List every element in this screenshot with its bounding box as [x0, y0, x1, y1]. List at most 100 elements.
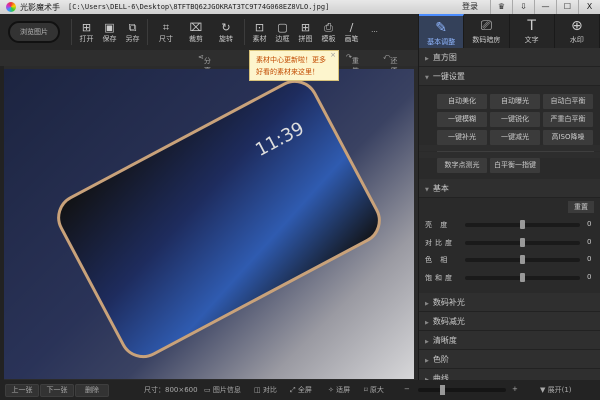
image-canvas[interactable]: 11:39 [4, 69, 414, 379]
section-clarity[interactable]: ▶ 清晰度 [419, 331, 600, 350]
fit-label: 适屏 [336, 386, 351, 394]
rotate-label: 旋转 [219, 34, 233, 43]
expand-icon: ▶ [425, 358, 429, 364]
collage-icon: ⊞ [300, 20, 311, 34]
template-button[interactable]: ⎙ 模板 [317, 21, 340, 44]
restore-button[interactable]: ⤺ 还原 [383, 53, 397, 75]
close-button[interactable]: X [578, 0, 600, 14]
crop-button[interactable]: ⌧ 裁剪 [181, 21, 211, 44]
one-click-blur-button[interactable]: 一键模糊 [437, 112, 487, 127]
section-histogram[interactable]: ▶ 直方图 [419, 48, 600, 67]
redo-button[interactable]: ↷ 重做 [346, 53, 359, 75]
brush-label: 画笔 [344, 34, 359, 43]
template-icon: ⎙ [324, 20, 333, 34]
auto-white-balance-button[interactable]: 自动白平衡 [543, 94, 593, 109]
zoom-in-button[interactable]: + [512, 385, 518, 393]
slider-label: 饱和度 [425, 274, 455, 282]
section-label: 清晰度 [432, 336, 457, 345]
slider-value: 0 [587, 220, 592, 228]
one-click-sharpen-button[interactable]: 一键锐化 [490, 112, 540, 127]
tab-label: 数码暗房 [472, 36, 501, 44]
slider-label: 色 相 [425, 256, 451, 264]
save-as-label: 另存 [125, 34, 140, 43]
slider-thumb[interactable] [520, 255, 525, 264]
save-label: 保存 [102, 34, 117, 43]
crop-label: 裁剪 [189, 34, 203, 43]
save-as-icon: ⧉ [128, 20, 137, 34]
section-levels[interactable]: ▶ 色阶 [419, 350, 600, 369]
login-button[interactable]: 登录 [462, 0, 478, 14]
tooltip-close-icon[interactable]: × [330, 49, 336, 61]
next-button[interactable]: 下一张 [40, 384, 74, 397]
minimize-button[interactable]: — [534, 0, 556, 14]
auto-exposure-button[interactable]: 自动曝光 [490, 94, 540, 109]
divider [147, 19, 148, 45]
tab-label: 基本调整 [427, 38, 456, 46]
brush-button[interactable]: ∕ 画笔 [340, 21, 363, 44]
maximize-button[interactable]: ☐ [556, 0, 578, 14]
section-fill-light[interactable]: ▶ 数码补光 [419, 293, 600, 312]
tab-basic-adjust[interactable]: ✎ 基本调整 [419, 14, 465, 48]
more-button[interactable]: ··· [363, 28, 386, 36]
frame-label: 边框 [275, 34, 290, 43]
slider-value: 0 [587, 273, 592, 281]
share-button[interactable]: ⋖ 分享 [198, 53, 211, 75]
menu-button[interactable]: ⇩ [512, 0, 534, 14]
collage-button[interactable]: ⊞ 拼图 [294, 21, 317, 44]
browse-images-button[interactable]: 浏览图片 [8, 21, 60, 43]
compare-button[interactable]: ◫ 对比 [254, 385, 277, 395]
auto-beautify-button[interactable]: 自动美化 [437, 94, 487, 109]
slider-thumb[interactable] [520, 273, 525, 282]
expand-icon: ▶ [425, 339, 429, 345]
image-info-button[interactable]: ▭ 图片信息 [204, 385, 241, 395]
zoom-slider-thumb[interactable] [440, 385, 445, 395]
material-tooltip: 素材中心更新啦！更多好看的素材来这里！ × [249, 50, 339, 81]
save-icon: ▣ [104, 20, 115, 34]
severe-white-balance-button[interactable]: 严重白平衡 [543, 112, 593, 127]
zoom-out-button[interactable]: − [404, 385, 410, 393]
material-button[interactable]: ⊡ 素材 [248, 21, 271, 44]
tab-text[interactable]: T 文字 [510, 14, 555, 48]
zoom-slider[interactable] [418, 385, 506, 395]
collapse-icon: ▼ [425, 75, 429, 81]
frame-icon: ▢ [277, 20, 288, 34]
high-iso-denoise-button[interactable]: 高ISO降噪 [543, 130, 593, 145]
prev-button[interactable]: 上一张 [5, 384, 39, 397]
expand-button[interactable]: ▼ 展开(1) [540, 385, 572, 395]
reset-button[interactable]: 重置 [568, 201, 594, 213]
tab-watermark[interactable]: ⊕ 水印 [555, 14, 600, 48]
section-basic[interactable]: ▼ 基本 [419, 179, 600, 198]
rotate-button[interactable]: ↻ 旋转 [211, 21, 241, 44]
slider-value: 0 [587, 255, 592, 263]
delete-button[interactable]: 删除 [75, 384, 109, 397]
save-button[interactable]: ▣ 保存 [98, 21, 121, 44]
material-label: 素材 [252, 34, 267, 43]
open-label: 打开 [79, 34, 94, 43]
slider-thumb[interactable] [520, 220, 525, 229]
section-label: 直方图 [432, 53, 457, 62]
slider-thumb[interactable] [520, 238, 525, 247]
resize-icon: ⌗ [162, 20, 170, 34]
section-reduce-light[interactable]: ▶ 数码减光 [419, 312, 600, 331]
skin-button[interactable]: ♛ [490, 0, 512, 14]
fill-light-button[interactable]: 一键补光 [437, 130, 487, 145]
tooltip-text: 素材中心更新啦！更多好看的素材来这里！ [256, 56, 326, 76]
white-balance-picker-button[interactable]: 白平衡一指键 [490, 158, 540, 173]
image-info-label: 图片信息 [212, 386, 241, 394]
divider [244, 19, 245, 45]
tab-darkroom[interactable]: ⎚ 数码暗房 [464, 14, 510, 48]
section-one-click[interactable]: ▼ 一键设置 [419, 67, 600, 86]
fit-screen-button[interactable]: ✧ 适屏 [328, 385, 350, 395]
original-size-button[interactable]: ⌑ 原大 [364, 385, 384, 395]
spot-metering-button[interactable]: 数字点测光 [437, 158, 487, 173]
resize-button[interactable]: ⌗ 尺寸 [151, 21, 181, 44]
section-label: 数码减光 [432, 317, 465, 326]
frame-button[interactable]: ▢ 边框 [271, 21, 294, 44]
save-as-button[interactable]: ⧉ 另存 [121, 21, 144, 44]
reduce-light-button[interactable]: 一键减光 [490, 130, 540, 145]
open-icon: ⊞ [81, 20, 92, 34]
section-label: 色阶 [432, 355, 449, 364]
open-button[interactable]: ⊞ 打开 [75, 21, 98, 44]
section-label: 一键设置 [432, 72, 465, 81]
fullscreen-button[interactable]: ⤢ 全屏 [290, 385, 312, 395]
